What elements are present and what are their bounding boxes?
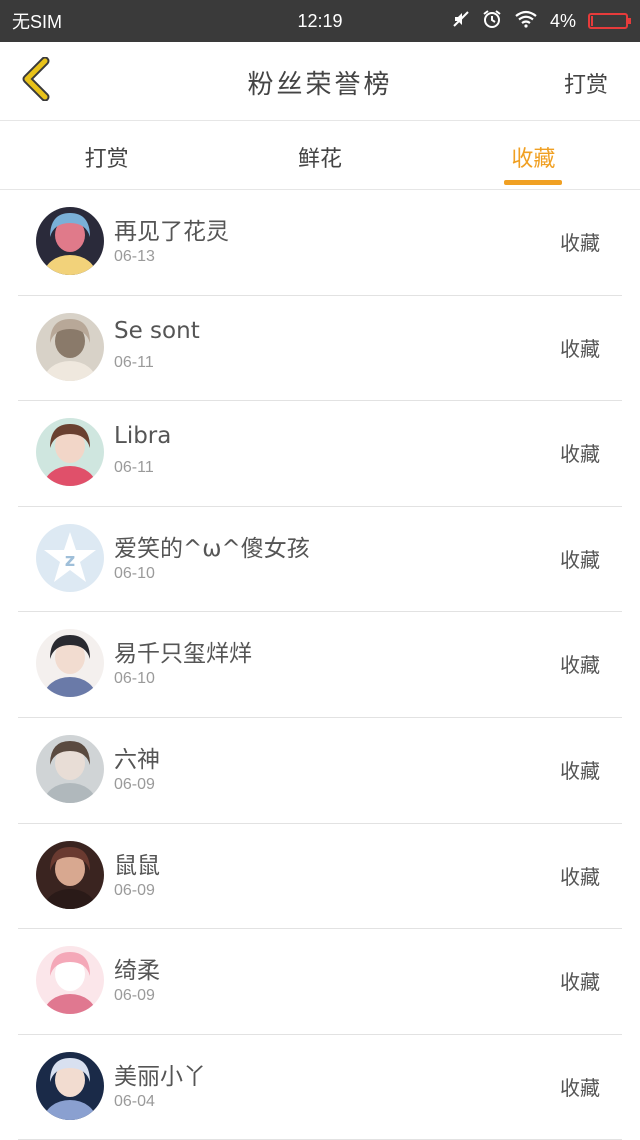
avatar[interactable] — [36, 207, 104, 275]
avatar[interactable] — [36, 734, 104, 803]
avatar[interactable] — [36, 1051, 104, 1120]
status-bar: 无SIM 12:19 4% — [0, 0, 640, 42]
fan-date: 06-09 — [114, 881, 155, 899]
fan-date: 06-09 — [114, 987, 155, 1005]
alarm-icon — [482, 9, 502, 34]
battery-icon — [588, 13, 631, 29]
avatar[interactable] — [36, 946, 104, 1015]
favorite-label: 收藏 — [560, 547, 600, 572]
fan-date: 06-10 — [114, 670, 155, 688]
battery-percent: 4% — [549, 10, 576, 31]
fan-name: 绮柔 — [114, 958, 160, 985]
favorite-label: 收藏 — [560, 864, 600, 889]
fan-date: 06-13 — [114, 248, 155, 265]
favorite-label: 收藏 — [560, 1075, 600, 1100]
fan-name: Se sont — [114, 317, 200, 344]
battery-fill — [591, 16, 593, 26]
favorite-label: 收藏 — [560, 758, 600, 783]
fan-list-item[interactable]: 六神 06-09 收藏 — [18, 718, 622, 824]
avatar[interactable] — [36, 312, 104, 381]
fan-date: 06-09 — [114, 775, 155, 793]
fan-date: 06-10 — [114, 564, 155, 582]
fan-list-item[interactable]: Se sont 06-11 收藏 — [18, 296, 622, 402]
status-icons: 4% — [452, 9, 631, 34]
tab-label: 打赏 — [84, 147, 129, 172]
page-title: 粉丝荣誉榜 — [247, 70, 393, 100]
fan-list-item[interactable]: 美丽小丫 06-04 收藏 — [18, 1035, 622, 1140]
tab-label: 鲜花 — [297, 147, 342, 172]
tab-flowers[interactable]: 鲜花 — [213, 121, 426, 189]
avatar[interactable] — [36, 418, 104, 487]
fan-name: 六神 — [114, 746, 160, 773]
fan-list: 再见了花灵 06-13 收藏 Se sont 06-11 收藏 Libra 06-11 收藏 z 爱… — [0, 190, 640, 1140]
tab-active-indicator — [504, 180, 563, 185]
fan-list-item[interactable]: 易千只玺烊烊 06-10 收藏 — [18, 612, 622, 718]
favorite-label: 收藏 — [560, 336, 600, 361]
tab-reward[interactable]: 打赏 — [0, 121, 213, 189]
fan-name: 鼠鼠 — [114, 852, 160, 879]
tab-bar: 打赏 鲜花 收藏 — [0, 121, 640, 190]
fan-date: 06-04 — [114, 1092, 155, 1110]
fan-list-item[interactable]: 再见了花灵 06-13 收藏 — [18, 190, 622, 296]
fan-list-item[interactable]: z 爱笑的^ω^傻女孩 06-10 收藏 — [18, 507, 622, 613]
fan-list-item[interactable]: 鼠鼠 06-09 收藏 — [18, 824, 622, 930]
svg-text:z: z — [65, 550, 75, 571]
wifi-icon — [514, 10, 538, 33]
mute-icon — [452, 10, 470, 33]
fan-list-item[interactable]: 绮柔 06-09 收藏 — [18, 929, 622, 1035]
carrier-label: 无SIM — [12, 12, 63, 32]
fan-name: 爱笑的^ω^傻女孩 — [114, 535, 310, 562]
favorite-label: 收藏 — [560, 231, 600, 255]
avatar[interactable]: z — [36, 523, 104, 592]
favorite-label: 收藏 — [560, 442, 600, 467]
fan-date: 06-11 — [114, 353, 154, 371]
fan-name: 易千只玺烊烊 — [114, 641, 252, 668]
header: 粉丝荣誉榜 打赏 — [0, 42, 640, 121]
fan-name: 美丽小丫 — [114, 1063, 206, 1090]
tab-favorites[interactable]: 收藏 — [427, 121, 640, 189]
fan-name: Libra — [114, 423, 172, 450]
reward-button[interactable]: 打赏 — [564, 67, 608, 99]
avatar[interactable] — [36, 840, 104, 909]
tab-label: 收藏 — [511, 147, 556, 172]
fan-list-item[interactable]: Libra 06-11 收藏 — [18, 401, 622, 507]
fan-date: 06-11 — [114, 459, 154, 477]
favorite-label: 收藏 — [560, 653, 600, 678]
avatar[interactable] — [36, 629, 104, 698]
favorite-label: 收藏 — [560, 970, 600, 995]
fan-name: 再见了花灵 — [114, 219, 229, 245]
